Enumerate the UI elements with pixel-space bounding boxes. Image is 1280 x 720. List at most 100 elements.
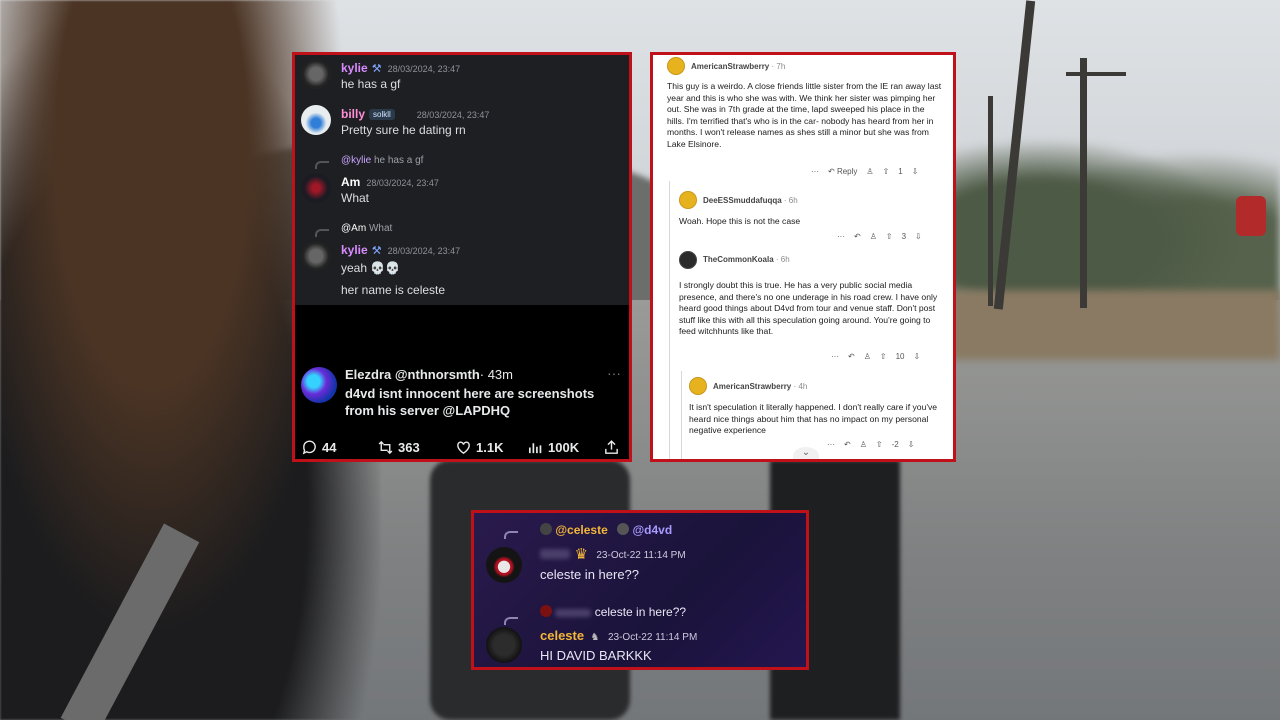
reply-mention: @Am [341,223,367,234]
award-icon[interactable]: ♙ [860,440,867,449]
message-text: yeah 💀💀 [341,261,401,275]
user-avatar[interactable] [679,251,697,269]
comment-actions: ··· ↶ ♙ ⇧ 3 ⇩ [837,232,922,241]
reply-connector [315,161,329,169]
downvote-icon[interactable]: ⇩ [913,352,920,361]
like-button[interactable]: 1.1K [455,439,503,456]
more-options-icon[interactable]: ··· [811,167,819,176]
heart-icon [457,441,470,455]
comment-author: TheCommonKoala · 6h [703,255,790,264]
username[interactable]: DeeESSmuddafuqqa [703,196,782,205]
tweet-text: d4vd isnt innocent here are screenshots … [345,386,595,418]
more-options-icon[interactable]: ··· [837,232,845,241]
like-count: 1.1K [476,440,504,455]
thread-line[interactable] [681,371,682,459]
award-icon[interactable]: ♙ [866,167,873,176]
comment-time: · 4h [793,382,808,391]
share-button[interactable] [603,439,620,456]
reply-button[interactable]: ↶ Reply [828,167,857,176]
role-badge: solkll [369,109,395,120]
tools-icon: ⚒ [371,63,382,75]
vote-count: 1 [898,167,903,176]
timestamp: 23-Oct-22 11:14 PM [596,550,686,562]
reply-text: he has a gf [373,155,424,166]
comment-time: · 6h [783,196,798,205]
avatar [301,241,331,271]
mention-d4vd[interactable]: @d4vd [632,523,672,537]
badge-icon: ♞ [590,632,600,643]
comment-text: Woah. Hope this is not the case [679,216,801,226]
reply-icon[interactable]: ↶ [854,232,861,241]
message-header: celeste ♞ 23-Oct-22 11:14 PM [540,627,697,645]
username[interactable]: TheCommonKoala [703,255,774,264]
tweet-author-name[interactable]: Elezdra [345,367,391,382]
upvote-icon[interactable]: ⇧ [883,167,890,176]
share-icon [605,440,618,454]
more-options-icon[interactable]: ··· [607,365,621,381]
avatar[interactable] [486,547,522,583]
message-text: he has a gf [341,77,401,91]
more-options-icon[interactable]: ··· [827,440,835,449]
username[interactable]: kylie [341,243,368,257]
username[interactable]: celeste [540,628,584,643]
user-avatar[interactable] [689,377,707,395]
comment-actions: ··· ↶ Reply ♙ ⇧ 1 ⇩ [811,167,918,176]
downvote-icon[interactable]: ⇩ [908,440,915,449]
mini-avatar [617,523,630,535]
crown-icon: ♛ [574,546,588,563]
views-button[interactable]: 100K [527,439,579,456]
mini-avatar [540,605,552,617]
reply-icon[interactable]: ↶ [848,352,855,361]
upvote-icon[interactable]: ⇧ [880,352,887,361]
award-icon[interactable]: ♙ [864,352,871,361]
vote-count: -2 [891,440,899,449]
comment-text: This guy is a weirdo. A close friends li… [667,81,942,149]
comment-text: It isn't speculation it literally happen… [689,402,938,435]
upvote-icon[interactable]: ⇧ [876,440,883,449]
comment-author: AmericanStrawberry · 4h [713,382,807,391]
downvote-icon[interactable]: ⇩ [912,167,919,176]
thread-line[interactable] [669,181,670,459]
timestamp: 28/03/2024, 23:47 [387,246,461,256]
message-text: What [341,191,370,205]
award-icon[interactable]: ♙ [870,232,877,241]
avatar[interactable] [486,627,522,663]
downvote-icon[interactable]: ⇩ [915,232,922,241]
avatar [301,105,331,135]
tweet-avatar[interactable] [301,367,337,403]
reddit-screenshot: AmericanStrawberry · 7h This guy is a we… [650,52,956,462]
comment-actions: ··· ↶ ♙ ⇧ 10 ⇩ [831,352,920,361]
reply-preview[interactable]: @celeste @d4vd [540,523,672,537]
chevron-down-icon[interactable]: ⌄ [793,447,819,459]
message-text: Pretty sure he dating rn [341,123,466,137]
tweet-actions: 44 363 1.1K 100K [301,439,629,459]
reply-icon[interactable]: ↶ [844,440,851,449]
retweet-button[interactable]: 363 [377,439,420,456]
username-blurred [540,549,570,559]
username[interactable]: AmericanStrawberry [691,62,769,71]
username[interactable]: Am [341,175,360,189]
reply-preview[interactable]: celeste in here?? [540,605,686,619]
reply-button[interactable]: 44 [301,439,336,456]
tweet-header: Elezdra @nthnorsmth· 43m [345,367,513,382]
timestamp: 28/03/2024, 23:47 [416,110,490,120]
user-avatar[interactable] [679,191,697,209]
upvote-icon[interactable]: ⇧ [886,232,893,241]
reply-label: Reply [836,167,858,176]
tweet[interactable]: Elezdra @nthnorsmth· 43m ··· d4vd isnt i… [295,305,629,459]
username-blurred [555,608,592,617]
reply-preview[interactable]: @Am What [341,223,392,234]
more-options-icon[interactable]: ··· [831,352,839,361]
mention-celeste[interactable]: @celeste [555,523,607,537]
reply-text: celeste in here?? [594,605,687,619]
comment-text: I strongly doubt this is true. He has a … [679,280,938,336]
username[interactable]: billy [341,107,365,121]
username[interactable]: kylie [341,61,368,75]
reply-preview[interactable]: @kylie he has a gf [341,155,423,166]
comment-actions: ··· ↶ ♙ ⇧ -2 ⇩ [827,440,914,449]
user-avatar[interactable] [667,57,685,75]
view-count: 100K [548,440,580,455]
username[interactable]: AmericanStrawberry [713,382,791,391]
tweet-author-handle[interactable]: @nthnorsmth [395,367,480,382]
reply-text: What [368,223,393,234]
